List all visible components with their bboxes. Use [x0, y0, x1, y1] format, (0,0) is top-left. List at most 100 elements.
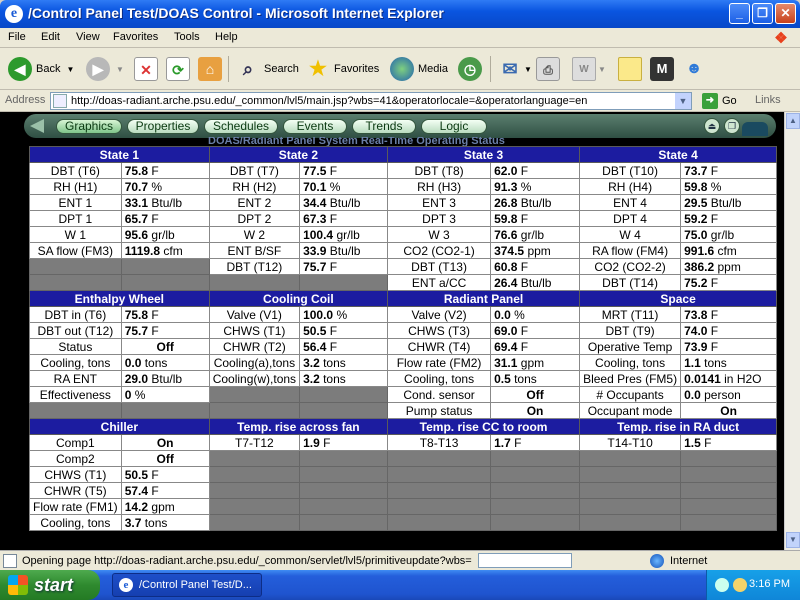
point-value[interactable]: 1.7 F [490, 434, 581, 451]
point-value[interactable]: 95.6 gr/lb [120, 226, 210, 243]
point-value[interactable]: 991.6 cfm [680, 242, 778, 259]
point-value[interactable]: 75.7 F [120, 322, 210, 339]
point-value[interactable]: 0.0 person [680, 386, 778, 403]
point-value[interactable]: 26.8 Btu/lb [490, 194, 581, 211]
tab-schedules[interactable]: Schedules [204, 119, 278, 134]
point-value[interactable]: 56.4 F [299, 338, 389, 355]
point-value[interactable]: Off [490, 386, 581, 403]
point-value[interactable]: 100.0 % [299, 306, 389, 323]
point-value[interactable]: 76.6 gr/lb [490, 226, 581, 243]
point-value[interactable]: 100.4 gr/lb [299, 226, 389, 243]
window-round-icon[interactable]: ❐ [724, 118, 740, 134]
links-button[interactable]: Links [755, 94, 781, 106]
tray-status-icon[interactable] [733, 578, 747, 592]
go-button[interactable]: ➜ Go [698, 93, 737, 109]
menu-file[interactable]: File [8, 31, 26, 43]
point-value[interactable]: Off [120, 338, 210, 355]
menu-favorites[interactable]: Favorites [113, 31, 158, 43]
menu-view[interactable]: View [76, 31, 100, 43]
chevron-down-icon[interactable]: ▼ [675, 93, 691, 109]
point-value[interactable]: 33.1 Btu/lb [120, 194, 210, 211]
tab-logic[interactable]: Logic [421, 119, 487, 134]
point-value[interactable]: 29.0 Btu/lb [120, 370, 210, 387]
favorites-button[interactable]: ★ Favorites [306, 53, 379, 85]
point-value[interactable]: 73.7 F [680, 162, 778, 179]
point-value[interactable]: 1119.8 cfm [120, 242, 210, 259]
point-value[interactable]: 0 % [120, 386, 210, 403]
tab-properties[interactable]: Properties [127, 119, 199, 134]
point-value[interactable]: 50.5 F [299, 322, 389, 339]
tab-trends[interactable]: Trends [352, 119, 416, 134]
note-button[interactable] [618, 53, 642, 85]
close-button[interactable]: ✕ [775, 3, 796, 24]
point-value[interactable]: 14.2 gpm [120, 498, 210, 515]
point-value[interactable]: On [680, 402, 778, 419]
scroll-up-icon[interactable]: ▲ [786, 113, 800, 129]
point-value[interactable]: 31.1 gpm [490, 354, 581, 371]
point-value[interactable]: 67.3 F [299, 210, 389, 227]
point-value[interactable]: 1.9 F [299, 434, 389, 451]
point-value[interactable]: 29.5 Btu/lb [680, 194, 778, 211]
tab-events[interactable]: Events [283, 119, 347, 134]
taskbar-item-ie[interactable]: e /Control Panel Test/D... [112, 573, 262, 597]
point-value[interactable]: 0.0 tons [120, 354, 210, 371]
point-value[interactable]: 70.7 % [120, 178, 210, 195]
point-value[interactable]: 374.5 ppm [490, 242, 581, 259]
point-value[interactable]: 59.8 F [490, 210, 581, 227]
point-value[interactable]: 3.7 tons [120, 514, 210, 531]
point-value[interactable]: 69.4 F [490, 338, 581, 355]
search-button[interactable]: ⌕ Search [236, 53, 299, 85]
edit-button[interactable]: W ▼ [572, 53, 606, 85]
point-value[interactable]: 0.0141 in H2O [680, 370, 778, 387]
point-value[interactable]: 91.3 % [490, 178, 581, 195]
menu-edit[interactable]: Edit [41, 31, 60, 43]
tray-network-icon[interactable] [715, 578, 729, 592]
messenger-m-button[interactable]: M [650, 53, 674, 85]
point-value[interactable]: 75.8 F [120, 162, 210, 179]
point-value[interactable]: 33.9 Btu/lb [299, 242, 389, 259]
point-value[interactable]: On [490, 402, 581, 419]
point-value[interactable]: 62.0 F [490, 162, 581, 179]
point-value[interactable]: 59.2 F [680, 210, 778, 227]
point-value[interactable]: Off [120, 450, 210, 467]
forward-button[interactable]: ▶ ▼ [86, 53, 124, 85]
point-value[interactable]: On [120, 434, 210, 451]
messenger-button[interactable]: ☻ [682, 53, 706, 85]
point-value[interactable]: 3.2 tons [299, 354, 389, 371]
point-value[interactable]: 73.8 F [680, 306, 778, 323]
point-value[interactable]: 0.0 % [490, 306, 581, 323]
stop-button[interactable]: ✕ [134, 53, 158, 85]
media-button[interactable]: Media [390, 53, 448, 85]
point-value[interactable]: 73.9 F [680, 338, 778, 355]
vertical-scrollbar[interactable]: ▲ ▼ [784, 112, 800, 550]
tab-graphics[interactable]: Graphics [56, 119, 122, 134]
start-button[interactable]: start [0, 570, 100, 600]
point-value[interactable]: 1.1 tons [680, 354, 778, 371]
point-value[interactable]: 60.8 F [490, 258, 581, 275]
dropdown-tab-icon[interactable] [742, 122, 768, 136]
scroll-down-icon[interactable]: ▼ [786, 532, 800, 548]
point-value[interactable]: 34.4 Btu/lb [299, 194, 389, 211]
back-arrow-icon[interactable] [30, 119, 44, 133]
point-value[interactable]: 1.5 F [680, 434, 778, 451]
point-value[interactable]: 69.0 F [490, 322, 581, 339]
home-button[interactable]: ⌂ [198, 53, 222, 85]
point-value[interactable]: 0.5 tons [490, 370, 581, 387]
point-value[interactable]: 386.2 ppm [680, 258, 778, 275]
point-value[interactable]: 59.8 % [680, 178, 778, 195]
point-value[interactable]: 70.1 % [299, 178, 389, 195]
point-value[interactable]: 65.7 F [120, 210, 210, 227]
point-value[interactable]: 75.8 F [120, 306, 210, 323]
menu-help[interactable]: Help [215, 31, 238, 43]
refresh-button[interactable]: ⟳ [166, 53, 190, 85]
history-button[interactable]: ◷ [458, 53, 482, 85]
point-value[interactable]: 50.5 F [120, 466, 210, 483]
menu-tools[interactable]: Tools [174, 31, 200, 43]
point-value[interactable]: 75.2 F [680, 274, 778, 291]
address-input[interactable]: http://doas-radiant.arche.psu.edu/_commo… [50, 92, 692, 110]
back-button[interactable]: ◀ Back ▼ [8, 53, 74, 85]
print-button[interactable]: ⎙ [536, 53, 560, 85]
minimize-button[interactable]: _ [729, 3, 750, 24]
mail-button[interactable]: ✉ ▼ [498, 53, 531, 85]
point-value[interactable]: 77.5 F [299, 162, 389, 179]
